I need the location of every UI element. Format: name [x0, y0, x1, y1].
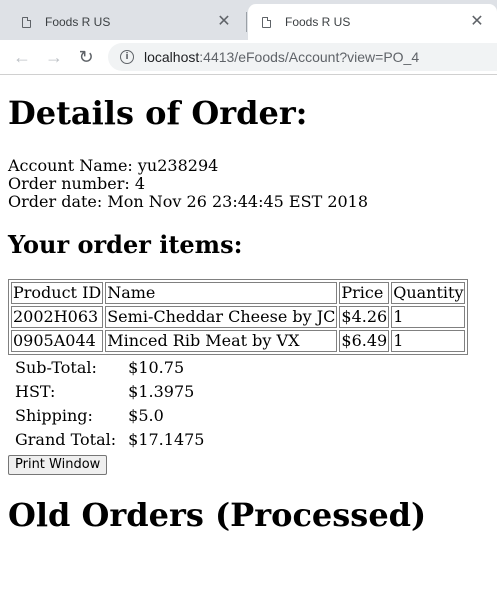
- back-arrow-icon[interactable]: ←: [6, 47, 38, 68]
- totals-label: HST:: [15, 382, 56, 401]
- totals-label: Sub-Total:: [15, 358, 97, 377]
- reload-icon[interactable]: ↻: [70, 47, 102, 68]
- totals-value: $1.3975: [128, 382, 195, 401]
- price-cell: $4.26: [339, 306, 390, 328]
- table-row: 0905A044 Minced Rib Meat by VX $6.49 1: [11, 330, 466, 352]
- tab-foods-r-us-1[interactable]: Foods R US ✕: [8, 4, 244, 40]
- account-name: Account Name: yu238294: [8, 156, 219, 175]
- column-header: Quantity: [391, 282, 466, 304]
- hst-row: HST: $1.3975: [10, 381, 209, 403]
- address-bar[interactable]: i localhost:4413/eFoods/Account?view=PO_…: [108, 43, 497, 71]
- name-cell: Minced Rib Meat by VX: [105, 330, 338, 352]
- tab-title: Foods R US: [45, 15, 111, 29]
- tab-title: Foods R US: [285, 15, 351, 29]
- items-heading: Your order items:: [8, 230, 243, 259]
- column-header: Product ID: [11, 282, 104, 304]
- close-icon[interactable]: ✕: [469, 14, 485, 30]
- tab-separator: [246, 12, 247, 32]
- info-icon[interactable]: i: [120, 50, 134, 64]
- table-row: 2002H063 Semi-Cheddar Cheese by JC $4.26…: [11, 306, 466, 328]
- page-content: Details of Order: Account Name: yu238294…: [0, 95, 497, 533]
- product-id-cell: 0905A044: [11, 330, 104, 352]
- print-window-button[interactable]: Print Window: [8, 454, 108, 475]
- url-host: localhost: [144, 49, 200, 65]
- column-header: Name: [105, 282, 338, 304]
- browser-toolbar: ← → ↻ i localhost:4413/eFoods/Account?vi…: [0, 40, 497, 75]
- tab-foods-r-us-2[interactable]: Foods R US ✕: [248, 4, 497, 40]
- tab-strip: Foods R US ✕ Foods R US ✕: [0, 0, 497, 40]
- totals-value: $10.75: [128, 358, 185, 377]
- shipping-row: Shipping: $5.0: [10, 405, 209, 427]
- url-path: :4413/eFoods/Account?view=PO_4: [199, 49, 420, 65]
- old-orders-heading: Old Orders (Processed): [8, 495, 427, 534]
- column-header: Price: [339, 282, 390, 304]
- page-icon: [262, 16, 271, 28]
- table-header-row: Product ID Name Price Quantity: [11, 282, 466, 304]
- totals-value: $5.0: [128, 406, 164, 425]
- product-id-cell: 2002H063: [11, 306, 104, 328]
- close-icon[interactable]: ✕: [216, 14, 232, 30]
- name-cell: Semi-Cheddar Cheese by JC: [105, 306, 338, 328]
- page-icon: [22, 16, 31, 28]
- order-items-table: Product ID Name Price Quantity 2002H063 …: [8, 279, 469, 355]
- totals-value: $17.1475: [128, 430, 205, 449]
- order-number: Order number: 4: [8, 174, 146, 193]
- quantity-cell: 1: [391, 306, 466, 328]
- subtotal-row: Sub-Total: $10.75: [10, 357, 209, 379]
- totals-table: Sub-Total: $10.75 HST: $1.3975 Shipping:…: [8, 355, 211, 453]
- page-title: Details of Order:: [8, 94, 308, 132]
- order-date: Order date: Mon Nov 26 23:44:45 EST 2018: [8, 192, 369, 211]
- price-cell: $6.49: [339, 330, 390, 352]
- totals-label: Shipping:: [15, 406, 93, 425]
- quantity-cell: 1: [391, 330, 466, 352]
- forward-arrow-icon[interactable]: →: [38, 47, 70, 68]
- grand-total-row: Grand Total: $17.1475: [10, 429, 209, 451]
- totals-label: Grand Total:: [15, 430, 117, 449]
